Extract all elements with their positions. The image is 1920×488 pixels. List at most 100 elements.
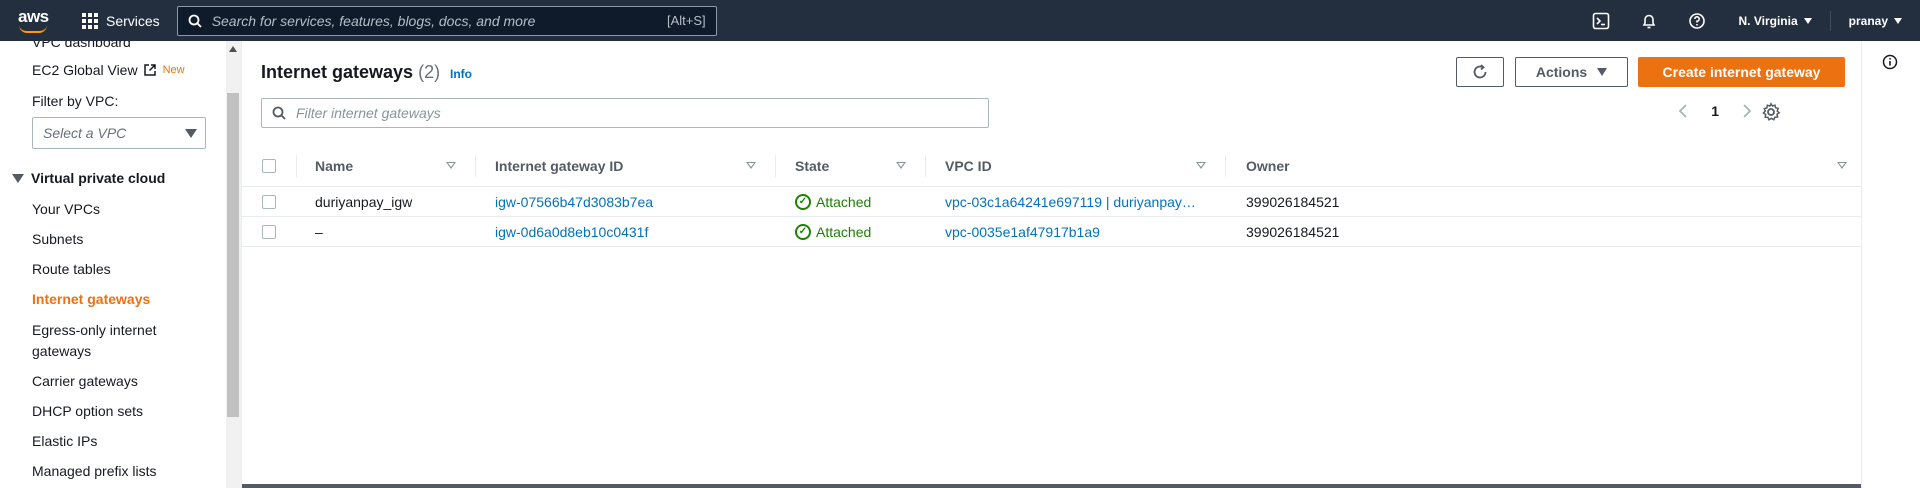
notifications-bell-icon[interactable] [1625,0,1673,41]
cell-name: – [315,223,323,240]
main-content: Internet gateways (2) Info Actions Creat… [241,41,1862,488]
check-circle-icon: ✓ [795,223,811,240]
chevron-left-icon[interactable] [1677,104,1689,118]
column-header-owner[interactable]: Owner [1246,145,1290,186]
page-title-text: Internet gateways [261,62,414,82]
cell-owner: 399026184521 [1246,193,1340,210]
column-separator [1225,155,1226,177]
cell-owner: 399026184521 [1246,223,1340,240]
chevron-down-icon [1803,17,1812,24]
account-menu[interactable]: pranay [1829,10,1920,31]
sort-icon[interactable] [896,162,906,169]
column-header-internet-gateway-id[interactable]: Internet gateway ID [495,145,623,186]
sidebar-item-route-tables[interactable]: Route tables [32,261,111,277]
caret-down-icon [12,173,24,183]
aws-logo[interactable]: aws [16,6,64,36]
chevron-right-icon[interactable] [1741,104,1753,118]
create-internet-gateway-button[interactable]: Create internet gateway [1638,57,1845,87]
cell-gateway-id-link[interactable]: igw-0d6a0d8eb10c0431f [495,217,648,246]
external-link-icon [143,64,156,76]
current-page[interactable]: 1 [1711,103,1719,119]
caret-down-icon [1597,68,1608,76]
tools-panel-strip [1861,41,1920,488]
column-separator [296,155,297,177]
cell-state: ✓ Attached [795,217,871,246]
table-row[interactable]: – igw-0d6a0d8eb10c0431f ✓ Attached vpc-0… [242,217,1862,247]
sidebar-item-egress-only-internet-gateways-line2[interactable]: gateways [32,343,91,359]
sidebar-item-your-vpcs[interactable]: Your VPCs [32,201,100,217]
search-shortcut: [Alt+S] [667,13,706,28]
cell-state: ✓ Attached [795,187,871,216]
filter-placeholder: Filter internet gateways [296,105,441,121]
help-icon[interactable] [1673,0,1721,41]
sort-icon[interactable] [746,162,756,169]
select-all-checkbox-cell [262,145,276,186]
grid-icon [82,12,98,29]
filter-internet-gateways-input[interactable]: Filter internet gateways [261,98,989,128]
sidebar-item-internet-gateways[interactable]: Internet gateways [32,291,150,307]
sidebar-item-elastic-ips[interactable]: Elastic IPs [32,433,97,449]
sidebar-scrollbar-thumb[interactable] [227,93,239,417]
row-checkbox-cell [262,217,276,246]
actions-label: Actions [1535,64,1588,80]
services-menu-button[interactable]: Services [82,12,160,29]
sort-icon[interactable] [446,162,456,169]
page-title: Internet gateways (2) [261,62,440,83]
ec2-global-view-label: EC2 Global View [32,62,138,78]
vpc-filter-select[interactable]: Select a VPC [32,117,206,149]
state-label: Attached [816,223,872,240]
nav-right-group: N. Virginia pranay [1577,0,1920,41]
search-icon [272,106,286,120]
cloudshell-icon[interactable] [1577,0,1625,41]
refresh-button[interactable] [1456,57,1504,87]
top-navigation-bar: aws Services Search for services, featur… [0,0,1920,41]
cell-gateway-id-link[interactable]: igw-07566b47d3083b7ea [495,187,653,216]
section-label: Virtual private cloud [31,170,166,186]
search-icon [188,14,202,28]
column-header-name[interactable]: Name [315,145,353,186]
refresh-icon [1473,64,1487,79]
sidebar-item-managed-prefix-lists[interactable]: Managed prefix lists [32,463,157,479]
row-checkbox[interactable] [262,194,276,209]
new-badge: New [162,64,185,76]
row-checkbox-cell [262,187,276,216]
sort-icon[interactable] [1837,162,1847,169]
row-checkbox[interactable] [262,224,276,239]
sidebar-item-dhcp-option-sets[interactable]: DHCP option sets [32,403,143,419]
scroll-up-arrow-icon[interactable] [229,46,237,52]
sidebar-item-subnets[interactable]: Subnets [32,231,83,247]
cell-vpc-id-link[interactable]: vpc-0035e1af47917b1a9 [945,217,1100,246]
split-panel-divider[interactable] [242,484,1862,488]
sidebar-item-vpc-dashboard[interactable]: VPC dashboard [32,41,131,50]
internet-gateways-table: Name Internet gateway ID State VPC ID Ow… [242,145,1862,247]
info-circle-icon[interactable] [1882,54,1898,70]
account-name: pranay [1848,13,1888,28]
column-header-state[interactable]: State [795,145,829,186]
column-separator [925,155,926,177]
global-search-input[interactable]: Search for services, features, blogs, do… [176,5,717,36]
sidebar-item-egress-only-internet-gateways[interactable]: Egress-only internet [32,322,157,338]
side-navigation: VPC dashboard EC2 Global View New Filter… [0,41,226,488]
info-link[interactable]: Info [450,67,472,81]
sidebar-item-carrier-gateways[interactable]: Carrier gateways [32,373,138,389]
region-selector[interactable]: N. Virginia [1721,11,1830,31]
aws-smile-icon [19,25,47,33]
column-separator [475,155,476,177]
table-row[interactable]: duriyanpay_igw igw-07566b47d3083b7ea ✓ A… [242,187,1862,217]
actions-dropdown-button[interactable]: Actions [1515,57,1628,87]
search-placeholder: Search for services, features, blogs, do… [211,12,536,29]
internet-gateways-panel: Internet gateways (2) Info Actions Creat… [241,41,1862,488]
gear-icon[interactable] [1761,102,1781,122]
chevron-down-icon [1894,17,1902,24]
pagination: 1 [1677,103,1753,119]
sort-icon[interactable] [1196,162,1206,169]
filter-by-vpc-label: Filter by VPC: [32,93,119,109]
column-header-vpc-id[interactable]: VPC ID [945,145,992,186]
section-virtual-private-cloud[interactable]: Virtual private cloud [12,170,165,186]
state-label: Attached [816,193,872,210]
services-label: Services [106,12,160,29]
select-all-checkbox[interactable] [262,158,276,173]
caret-down-icon [185,129,197,138]
cell-vpc-id-link[interactable]: vpc-03c1a64241e697119 | duriyanpay… [945,187,1196,216]
sidebar-item-ec2-global-view[interactable]: EC2 Global View New [32,62,185,78]
